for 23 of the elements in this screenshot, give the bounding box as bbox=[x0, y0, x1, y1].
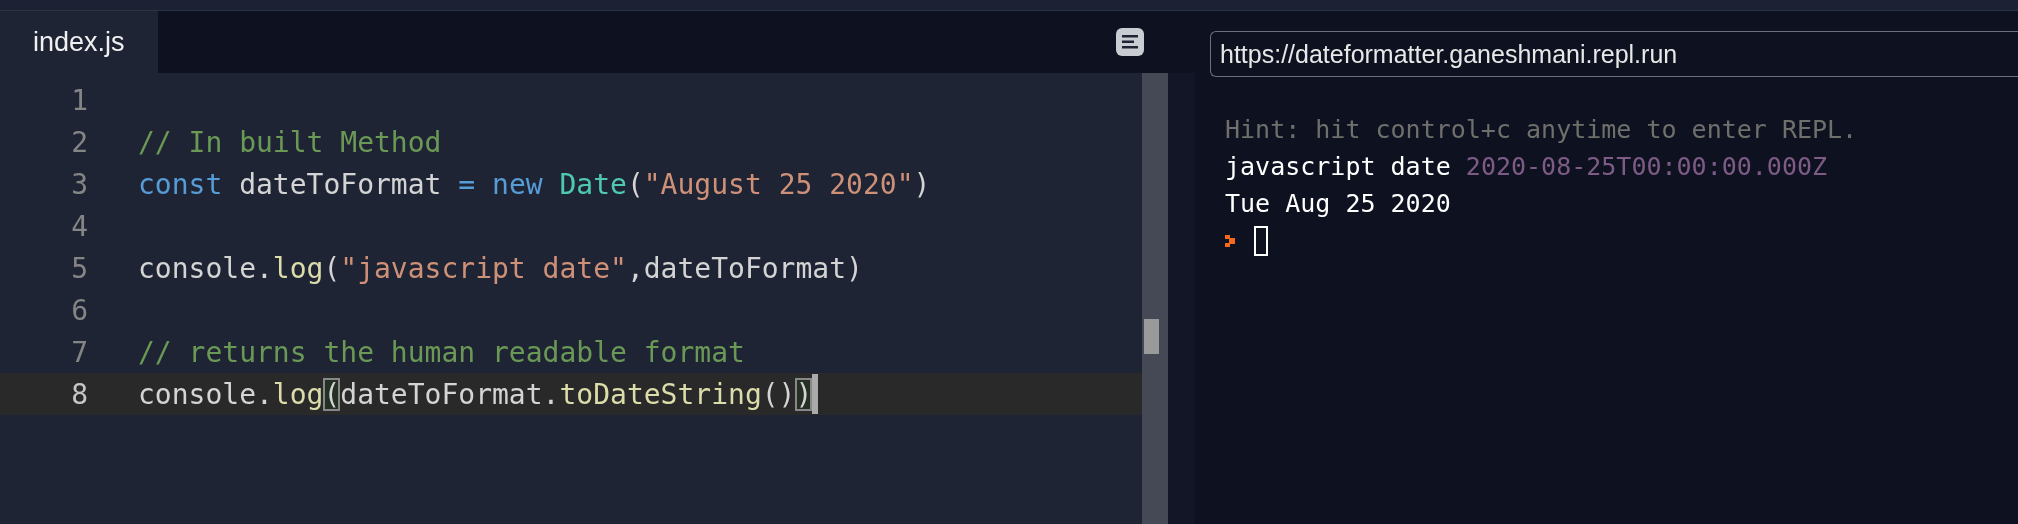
line-number: 4 bbox=[70, 209, 88, 243]
hint-text: Hint: hit control+c anytime to enter REPL. bbox=[1225, 115, 1858, 144]
line-number: 8 bbox=[70, 377, 88, 411]
text-cursor bbox=[1254, 225, 1268, 256]
scrollbar[interactable] bbox=[1142, 73, 1168, 524]
code-line: console.log("javascript date",dateToFormat) bbox=[138, 250, 863, 287]
line-number: 5 bbox=[70, 251, 88, 285]
line-number: 6 bbox=[70, 293, 88, 327]
url-field[interactable]: https://dateformatter.ganeshmani.repl.run bbox=[1210, 31, 2018, 77]
console-output: javascript date 2020-08-25T00:00:00.000Z bbox=[1225, 152, 1828, 181]
code-line: // returns the human readable format bbox=[138, 334, 745, 371]
line-number: 1 bbox=[70, 83, 88, 117]
line-number: 3 bbox=[70, 167, 88, 201]
console-output: Tue Aug 25 2020 bbox=[1225, 189, 1451, 218]
code-line: console.log(dateToFormat.toDateString()) bbox=[138, 376, 813, 413]
line-number: 7 bbox=[70, 335, 88, 369]
format-icon[interactable] bbox=[1115, 27, 1145, 57]
file-tab[interactable]: index.js bbox=[0, 11, 158, 73]
code-line: const dateToFormat = new Date("August 25 2020") bbox=[138, 166, 931, 203]
code-line: // In built Method bbox=[138, 124, 442, 161]
prompt-icon bbox=[1225, 234, 1235, 247]
line-number: 2 bbox=[70, 125, 88, 159]
text-cursor bbox=[812, 374, 819, 414]
